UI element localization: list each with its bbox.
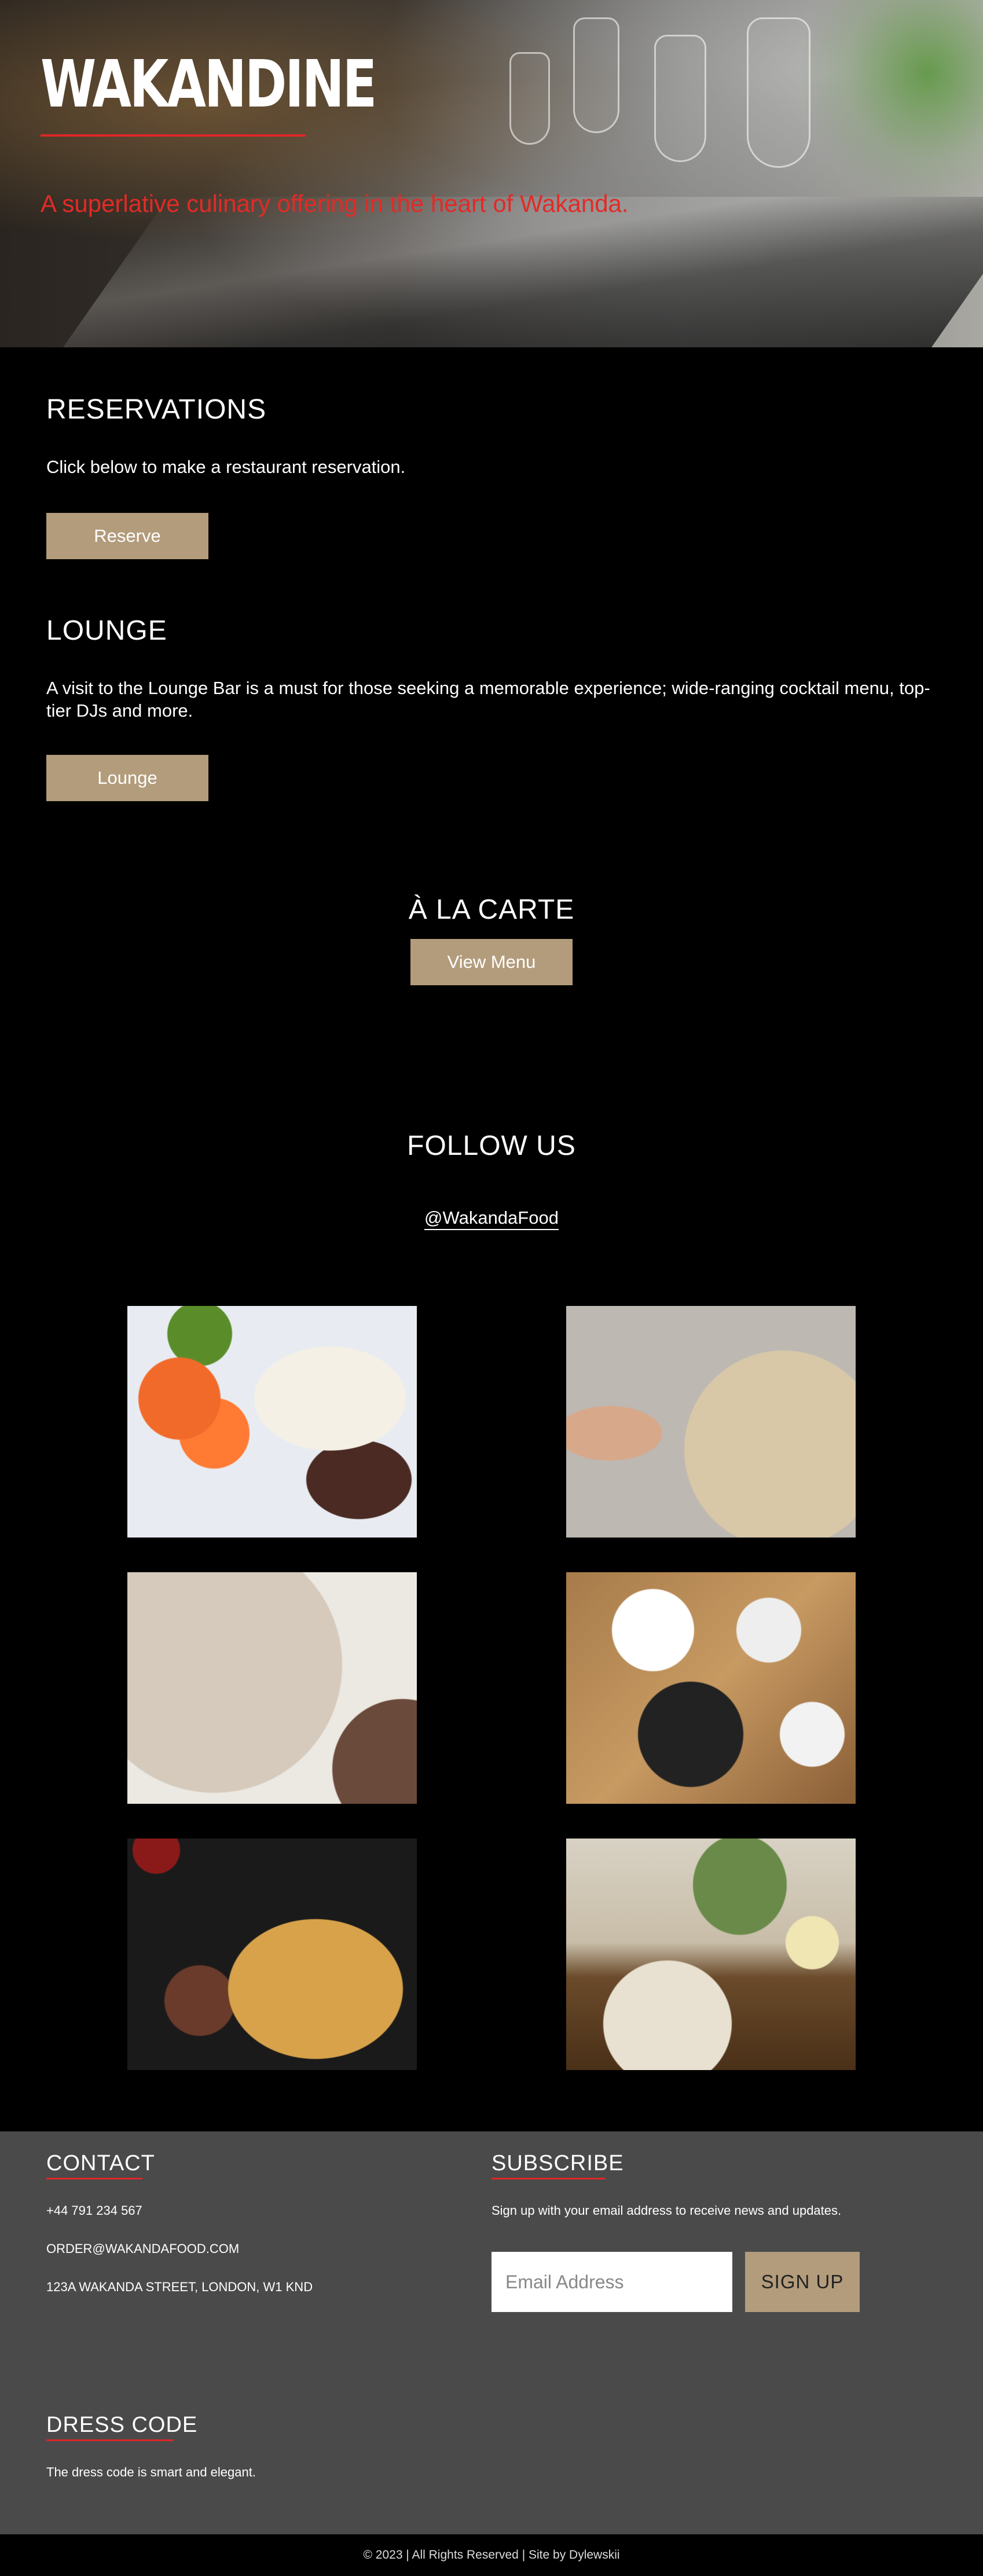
social-handle-link[interactable]: @WakandaFood	[0, 1208, 983, 1230]
contact-title: CONTACT	[46, 2151, 155, 2175]
contact-underline	[46, 2178, 142, 2179]
gallery-photo[interactable]	[127, 1839, 417, 2070]
subscribe-underline	[492, 2178, 605, 2179]
hero-table-image	[63, 197, 983, 347]
menu-title: À LA CARTE	[408, 894, 575, 925]
dress-code-underline	[46, 2439, 174, 2441]
hero-glass-image	[573, 17, 619, 133]
reservations-text: Click below to make a restaurant reserva…	[46, 457, 406, 477]
hero-plant-image	[798, 0, 983, 208]
copyright-bar: © 2023 | All Rights Reserved | Site by D…	[0, 2534, 983, 2576]
sign-up-button[interactable]: SIGN UP	[745, 2252, 860, 2312]
copyright-text: © 2023 | All Rights Reserved | Site by D…	[363, 2548, 620, 2562]
reservations-title: RESERVATIONS	[46, 394, 267, 425]
dress-code-title: DRESS CODE	[46, 2413, 198, 2437]
subscribe-title: SUBSCRIBE	[492, 2151, 624, 2175]
hero-glass-image	[747, 17, 810, 168]
follow-title: FOLLOW US	[407, 1131, 576, 1161]
email-field[interactable]	[492, 2252, 732, 2312]
dress-code-text: The dress code is smart and elegant.	[46, 2465, 256, 2479]
subscribe-text: Sign up with your email address to recei…	[492, 2203, 842, 2218]
gallery-photo[interactable]	[566, 1572, 856, 1804]
gallery-photo[interactable]	[566, 1839, 856, 2070]
gallery-photo[interactable]	[127, 1572, 417, 1804]
social-handle-text[interactable]: @WakandaFood	[424, 1208, 559, 1230]
contact-address: 123A WAKANDA STREET, LONDON, W1 KND	[46, 2280, 313, 2294]
gallery-photo[interactable]	[127, 1306, 417, 1537]
logo-underline	[41, 134, 306, 137]
view-menu-button[interactable]: View Menu	[410, 939, 573, 985]
hero-glass-image	[654, 35, 706, 162]
hero-banner: WAKANDINE A superlative culinary offerin…	[0, 0, 983, 347]
site-logo[interactable]: WAKANDINE	[41, 52, 377, 117]
reserve-button[interactable]: Reserve	[46, 513, 208, 559]
contact-email[interactable]: ORDER@WAKANDAFOOD.COM	[46, 2241, 239, 2256]
hero-glass-image	[509, 52, 550, 145]
gallery-photo[interactable]	[566, 1306, 856, 1537]
hero-tagline: A superlative culinary offering in the h…	[41, 190, 629, 217]
contact-phone[interactable]: +44 791 234 567	[46, 2203, 142, 2218]
lounge-button[interactable]: Lounge	[46, 755, 208, 801]
lounge-text: A visit to the Lounge Bar is a must for …	[46, 678, 930, 721]
lounge-title: LOUNGE	[46, 615, 167, 646]
